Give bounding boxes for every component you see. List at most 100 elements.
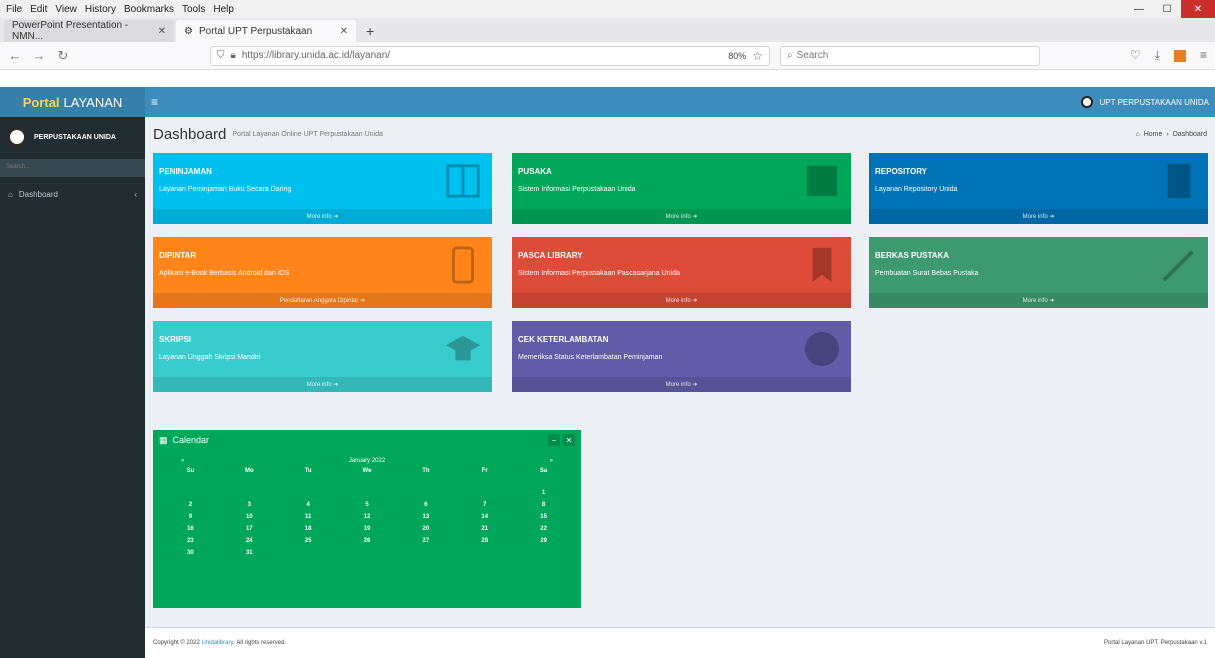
calendar-day[interactable]: 1 xyxy=(514,490,573,502)
box-subtitle: Layanan Peminjaman Buku Secara Daring xyxy=(159,186,292,193)
calendar-day[interactable]: 7 xyxy=(455,502,514,514)
menu-tools[interactable]: Tools xyxy=(182,4,205,15)
menu-view[interactable]: View xyxy=(55,4,77,15)
box-repository[interactable]: REPOSITORY Layanan Repository Unida More… xyxy=(869,153,1208,224)
sidebar-search-input[interactable]: Search... xyxy=(0,159,145,177)
calendar-day[interactable]: 2 xyxy=(161,502,220,514)
reload-icon[interactable]: ↻ xyxy=(56,48,70,64)
search-bar[interactable]: ⌕ Search xyxy=(780,45,1040,66)
calendar-day[interactable]: 17 xyxy=(220,526,279,538)
forward-icon[interactable]: → xyxy=(32,48,46,63)
book-icon xyxy=(446,164,480,198)
calendar-day[interactable]: 24 xyxy=(220,538,279,550)
calendar-day[interactable]: 21 xyxy=(455,526,514,538)
calendar-day[interactable]: 31 xyxy=(220,550,279,562)
minimize-icon[interactable]: — xyxy=(1125,0,1153,18)
logo-text: LAYANAN xyxy=(63,94,123,110)
hamburger-menu-icon[interactable]: ≡ xyxy=(1200,48,1207,63)
calendar-day[interactable]: 15 xyxy=(514,514,573,526)
plus-icon: + xyxy=(366,23,375,39)
tab-powerpoint[interactable]: PowerPoint Presentation - NMN... ✕ xyxy=(4,20,174,42)
box-subtitle: Pembuatan Surat Bebas Pustaka xyxy=(875,270,979,277)
calendar-day[interactable]: 9 xyxy=(161,514,220,526)
maximize-icon[interactable]: ☐ xyxy=(1153,0,1181,18)
calendar-day[interactable]: 28 xyxy=(455,538,514,550)
user-menu[interactable]: UPT PERPUSTAKAAN UNIDA xyxy=(1081,96,1209,108)
calendar-day[interactable]: 22 xyxy=(514,526,573,538)
calendar-day xyxy=(455,490,514,502)
bookmark-star-icon[interactable]: ☆ xyxy=(752,49,763,63)
menu-file[interactable]: File xyxy=(6,4,22,15)
registration-link[interactable]: Pendaftaran Anggota Dipintar ➜ xyxy=(153,293,492,308)
calendar-day[interactable]: 3 xyxy=(220,502,279,514)
pocket-icon[interactable]: ♡ xyxy=(1130,48,1141,63)
sidebar-toggle-icon[interactable]: ≡ xyxy=(151,95,158,109)
menu-history[interactable]: History xyxy=(85,4,116,15)
prev-month-icon[interactable]: « xyxy=(181,458,184,468)
calendar-day[interactable]: 19 xyxy=(338,526,397,538)
box-pusaka[interactable]: PUSAKA Sistem Informasi Perpustakaan Uni… xyxy=(512,153,851,224)
menu-help[interactable]: Help xyxy=(213,4,234,15)
menu-bookmarks[interactable]: Bookmarks xyxy=(124,4,174,15)
box-peminjaman[interactable]: PENINJAMAN Layanan Peminjaman Buku Secar… xyxy=(153,153,492,224)
logo-bold: Portal xyxy=(22,94,60,110)
calendar-day[interactable]: 10 xyxy=(220,514,279,526)
more-info-link[interactable]: More info ➜ xyxy=(869,209,1208,224)
calendar-day[interactable]: 13 xyxy=(396,514,455,526)
new-tab-button[interactable]: + xyxy=(358,20,382,42)
breadcrumb-home[interactable]: Home xyxy=(1144,131,1163,138)
box-subtitle: Memeriksa Status Keterlambatan Peminjama… xyxy=(518,354,663,361)
calendar-day[interactable]: 23 xyxy=(161,538,220,550)
box-berkas-pustaka[interactable]: BERKAS PUSTAKA Pembuatan Surat Bebas Pus… xyxy=(869,237,1208,308)
more-info-link[interactable]: More info ➜ xyxy=(512,377,851,392)
more-info-link[interactable]: More info ➜ xyxy=(153,209,492,224)
box-pasca-library[interactable]: PASCA LIBRARY Sistem Informasi Perpustak… xyxy=(512,237,851,308)
zoom-level[interactable]: 80% xyxy=(728,51,746,61)
calendar-month[interactable]: January 2022 xyxy=(349,458,385,468)
calendar-day[interactable]: 20 xyxy=(396,526,455,538)
calendar-day[interactable]: 27 xyxy=(396,538,455,550)
menu-edit[interactable]: Edit xyxy=(30,4,47,15)
next-month-icon[interactable]: » xyxy=(550,458,553,468)
calendar-day[interactable]: 4 xyxy=(279,502,338,514)
close-tab-icon[interactable]: ✕ xyxy=(340,26,348,37)
calendar-day[interactable]: 14 xyxy=(455,514,514,526)
collapse-icon[interactable]: − xyxy=(548,434,560,446)
logo[interactable]: Portal LAYANAN xyxy=(0,87,145,117)
more-info-link[interactable]: More info ➜ xyxy=(512,293,851,308)
more-info-link[interactable]: More info ➜ xyxy=(869,293,1208,308)
calendar-day[interactable]: 12 xyxy=(338,514,397,526)
calendar-day[interactable]: 5 xyxy=(338,502,397,514)
calendar-day[interactable]: 25 xyxy=(279,538,338,550)
more-info-link[interactable]: More info ➜ xyxy=(512,209,851,224)
extension-icon[interactable] xyxy=(1173,50,1186,62)
close-icon[interactable]: ✕ xyxy=(563,434,575,446)
file-icon xyxy=(1167,163,1191,199)
calendar-day[interactable]: 29 xyxy=(514,538,573,550)
calendar-day[interactable]: 6 xyxy=(396,502,455,514)
calendar-day[interactable]: 8 xyxy=(514,502,573,514)
download-icon[interactable]: ⤓ xyxy=(1155,48,1160,63)
url-bar[interactable]: ⛉ 🔒︎ https://library.unida.ac.id/layanan… xyxy=(210,45,770,66)
close-window-icon[interactable]: ✕ xyxy=(1181,0,1215,18)
search-icon: ⌕ xyxy=(787,50,793,61)
calendar-day[interactable]: 11 xyxy=(279,514,338,526)
calendar-day xyxy=(220,490,279,502)
breadcrumb-current: Dashboard xyxy=(1172,130,1207,138)
calendar-day[interactable]: 16 xyxy=(161,526,220,538)
calendar-day[interactable]: 30 xyxy=(161,550,220,562)
box-skripsi[interactable]: SKRIPSI Layanan Unggah Skripsi Mandiri M… xyxy=(153,321,492,392)
back-icon[interactable]: ← xyxy=(8,48,22,63)
tab-portal[interactable]: ⚙ Portal UPT Perpustakaan ✕ xyxy=(176,20,356,42)
calendar-day[interactable]: 18 xyxy=(279,526,338,538)
graduation-cap-icon xyxy=(445,335,481,361)
box-subtitle: Aplikasi e-Book Berbasis Android dan iOS xyxy=(159,270,290,277)
box-dipintar[interactable]: DIPINTAR Aplikasi e-Book Berbasis Androi… xyxy=(153,237,492,308)
calendar-day[interactable]: 26 xyxy=(338,538,397,550)
box-cek-keterlambatan[interactable]: CEK KETERLAMBATAN Memeriksa Status Keter… xyxy=(512,321,851,392)
close-tab-icon[interactable]: ✕ xyxy=(158,26,166,37)
sidebar-item-dashboard[interactable]: ⌂ Dashboard ‹ xyxy=(0,185,145,203)
more-info-link[interactable]: More info ➜ xyxy=(153,377,492,392)
weekday: Sa xyxy=(539,468,548,474)
footer-link[interactable]: Unidalibrary. xyxy=(201,640,234,646)
